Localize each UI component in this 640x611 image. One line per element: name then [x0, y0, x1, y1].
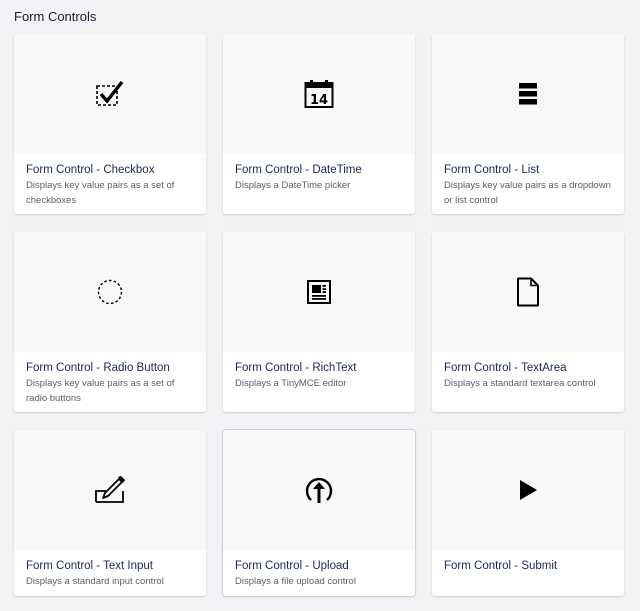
card-description: Displays a TinyMCE editor [235, 378, 347, 389]
card-title: Form Control - Checkbox [26, 164, 155, 176]
section-title: Form Controls [14, 9, 97, 24]
upload-icon [305, 477, 333, 503]
card-title: Form Control - TextArea [444, 362, 567, 374]
card-richtext[interactable]: Form Control - RichText Displays a TinyM… [223, 232, 415, 412]
card-title: Form Control - Radio Button [26, 362, 170, 374]
card-description: Displays a DateTime picker [235, 180, 351, 191]
card-title: Form Control - Submit [444, 560, 558, 572]
card-textarea[interactable]: Form Control - TextArea Displays a stand… [432, 232, 624, 412]
card-upload[interactable]: Form Control - Upload Displays a file up… [223, 430, 415, 596]
pencil-input-icon [95, 476, 125, 503]
card-submit[interactable]: Form Control - Submit [432, 430, 624, 596]
card-description: Displays a file upload control [235, 576, 356, 587]
card-list[interactable]: Form Control - List Displays key value p… [432, 34, 624, 214]
radio-button-icon [97, 279, 123, 305]
checkbox-icon [96, 80, 124, 106]
card-media [14, 34, 206, 154]
card-description: Displays key value pairs as a set of che… [26, 180, 175, 206]
play-icon [520, 480, 537, 500]
richtext-document-icon [307, 280, 331, 304]
card-title: Form Control - Text Input [26, 560, 153, 572]
card-media [432, 232, 624, 352]
card-title: Form Control - List [444, 164, 540, 176]
card-description: Displays key value pairs as a dropdown o… [444, 180, 611, 206]
calendar-icon: 14 [304, 80, 334, 108]
form-controls-grid: Form Control - Checkbox Displays key val… [14, 34, 624, 596]
card-media: 14 [223, 34, 415, 154]
card-media [14, 430, 206, 550]
document-icon [517, 277, 539, 307]
card-description: Displays key value pairs as a set of rad… [26, 378, 175, 404]
card-datetime[interactable]: 14 Form Control - DateTime Displays a Da… [223, 34, 415, 214]
card-media [223, 430, 415, 550]
list-icon [519, 83, 537, 105]
card-media [432, 34, 624, 154]
card-radio-button[interactable]: Form Control - Radio Button Displays key… [14, 232, 206, 412]
card-media [432, 430, 624, 550]
card-description: Displays a standard textarea control [444, 378, 596, 389]
card-media [223, 232, 415, 352]
card-media [14, 232, 206, 352]
card-description: Displays a standard input control [26, 576, 164, 587]
card-text-input[interactable]: Form Control - Text Input Displays a sta… [14, 430, 206, 596]
calendar-day-text: 14 [310, 93, 328, 108]
card-title: Form Control - RichText [235, 362, 357, 374]
card-checkbox[interactable]: Form Control - Checkbox Displays key val… [14, 34, 206, 214]
card-title: Form Control - DateTime [235, 164, 362, 176]
card-title: Form Control - Upload [235, 560, 349, 572]
